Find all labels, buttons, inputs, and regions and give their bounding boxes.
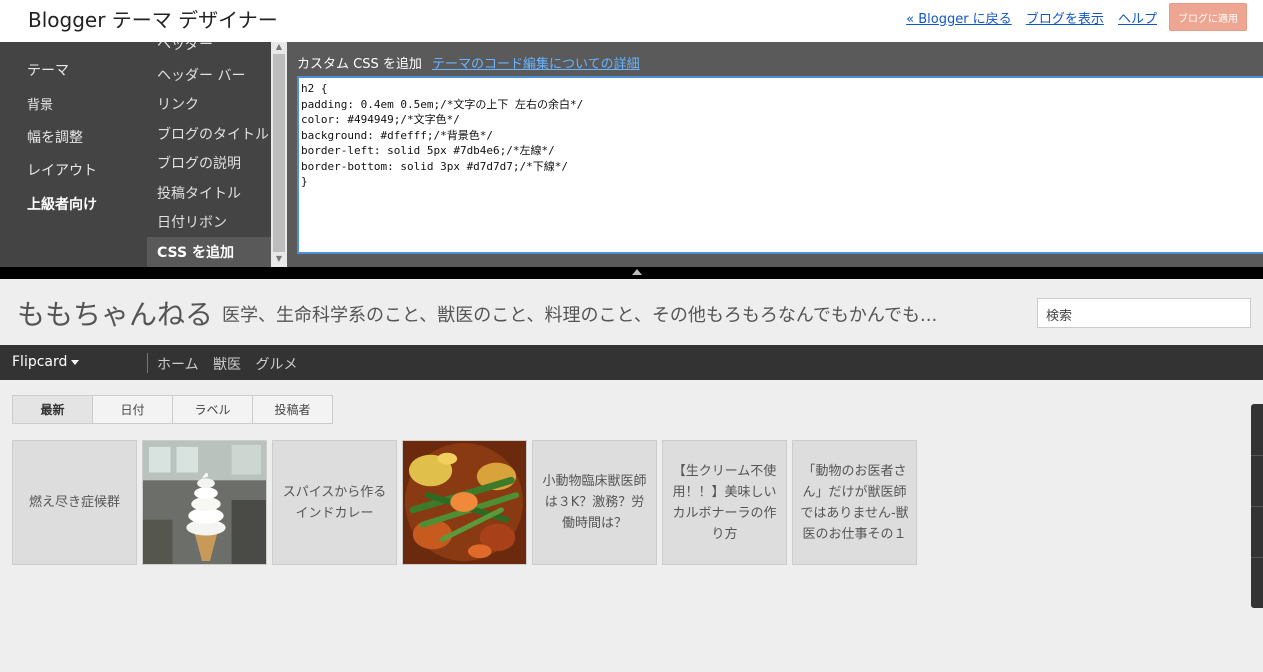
side-sharebar[interactable] [1251, 404, 1263, 608]
back-to-blogger-link[interactable]: « Blogger に戻る [906, 12, 1012, 27]
view-selector-dropdown[interactable]: Flipcard [12, 354, 80, 370]
apply-to-blog-button[interactable]: ブログに適用 [1169, 3, 1247, 31]
scroll-down-arrow-icon[interactable]: ▼ [274, 254, 284, 264]
soft-serve-ice-cream-image [143, 441, 266, 564]
topbar-links: « Blogger に戻る ブログを表示 ヘルプ [896, 8, 1157, 27]
collapse-arrow-icon[interactable] [632, 269, 642, 275]
theme-code-help-link[interactable]: テーマのコード編集についての詳細 [432, 53, 640, 72]
nav-blog-description[interactable]: ブログの説明 [157, 153, 241, 173]
soup-curry-vegetables-image [403, 441, 526, 564]
nav-header-bar[interactable]: ヘッダー バー [157, 65, 245, 85]
app-title: Blogger テーマ デザイナー [28, 8, 278, 32]
view-blog-link[interactable]: ブログを表示 [1026, 12, 1104, 27]
page-link-vet[interactable]: 獣医 [213, 357, 241, 373]
nav-layout[interactable]: レイアウト [27, 160, 97, 180]
post-card-title: 小動物臨床獣医師は３K？激務？労働時間は？ [542, 474, 647, 531]
secondary-nav: ヘッダー ヘッダー バー リンク ブログのタイトル ブログの説明 投稿タイトル … [147, 42, 271, 267]
custom-css-panel: カスタム CSS を追加 テーマのコード編集についての詳細 h2 { paddi… [287, 42, 1263, 267]
post-card-image[interactable] [402, 440, 527, 565]
nav-add-css[interactable]: CSS を追加 [157, 242, 234, 262]
tab-label[interactable]: ラベル [172, 395, 253, 424]
post-card[interactable]: 「動物のお医者さん」だけが獣医師ではありません-獣医のお仕事その１ [792, 440, 917, 565]
post-card-image[interactable] [142, 440, 267, 565]
blog-navbar: Flipcard ホーム 獣医 グルメ [0, 345, 1263, 380]
designer-panel: テーマ 背景 幅を調整 レイアウト 上級者向け ヘッダー ヘッダー バー リンク… [0, 42, 1263, 267]
blog-title[interactable]: ももちゃんねる [17, 293, 213, 333]
nav-header[interactable]: ヘッダー [157, 42, 213, 54]
tab-date[interactable]: 日付 [92, 395, 173, 424]
sort-tabs: 最新 日付 ラベル 投稿者 [12, 395, 333, 424]
nav-theme[interactable]: テーマ [27, 60, 69, 80]
nav-adjust-width[interactable]: 幅を調整 [27, 127, 83, 147]
blog-header: ももちゃんねる 医学、生命科学系のこと、獣医のこと、料理のこと、その他もろもろな… [0, 279, 1263, 345]
post-card-title: 【生クリーム不使用！！】美味しいカルボナーラの作り方 [672, 463, 777, 542]
post-card[interactable]: スパイスから作るインドカレー [272, 440, 397, 565]
post-card[interactable]: 燃え尽き症候群 [12, 440, 137, 565]
page-link-gourmet[interactable]: グルメ [256, 357, 298, 373]
nav-post-title[interactable]: 投稿タイトル [157, 183, 241, 203]
blog-description: 医学、生命科学系のこと、獣医のこと、料理のこと、その他もろもろなんでもかんでも.… [222, 305, 938, 326]
nav-advanced[interactable]: 上級者向け [27, 194, 97, 214]
navbar-separator [147, 353, 148, 373]
view-selector-label: Flipcard [12, 354, 68, 370]
scroll-up-arrow-icon[interactable]: ▲ [274, 42, 284, 52]
post-card-title: 燃え尽き症候群 [28, 495, 120, 510]
post-card[interactable]: 【生クリーム不使用！！】美味しいカルボナーラの作り方 [662, 440, 787, 565]
nav-links[interactable]: リンク [157, 94, 199, 114]
nav-date-ribbon[interactable]: 日付リボン [157, 212, 227, 232]
designer-topbar: Blogger テーマ デザイナー « Blogger に戻る ブログを表示 ヘ… [0, 0, 1263, 42]
custom-css-editor[interactable]: h2 { padding: 0.4em 0.5em;/*文字の上下 左右の余白*… [297, 76, 1263, 254]
search-input[interactable]: 検索 [1037, 298, 1251, 328]
primary-nav: テーマ 背景 幅を調整 レイアウト 上級者向け [0, 42, 147, 267]
custom-css-title: カスタム CSS を追加 [297, 57, 422, 72]
scrollbar-thumb[interactable] [273, 54, 285, 252]
tab-author[interactable]: 投稿者 [252, 395, 333, 424]
post-card-title: 「動物のお医者さん」だけが獣医師ではありません-獣医のお仕事その１ [800, 463, 909, 542]
tab-latest[interactable]: 最新 [12, 395, 93, 424]
help-link[interactable]: ヘルプ [1118, 12, 1157, 27]
nav-background[interactable]: 背景 [27, 94, 53, 113]
post-card-title: スパイスから作るインドカレー [282, 484, 387, 521]
post-card[interactable]: 小動物臨床獣医師は３K？激務？労働時間は？ [532, 440, 657, 565]
caret-down-icon [71, 359, 80, 365]
nav-blog-title[interactable]: ブログのタイトル [157, 124, 269, 144]
page-link-home[interactable]: ホーム [157, 357, 199, 373]
blog-page-links: ホーム 獣医 グルメ [157, 354, 308, 374]
